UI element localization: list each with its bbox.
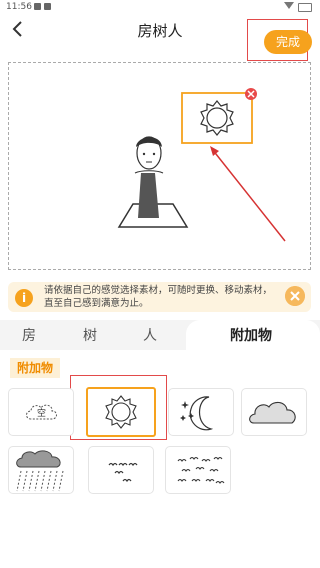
wifi-icon [284, 2, 294, 9]
item-birds-few[interactable] [88, 446, 154, 494]
section-label: 附加物 [10, 358, 60, 378]
notification-icon [34, 3, 41, 10]
close-icon[interactable] [285, 286, 305, 306]
drawing-canvas[interactable] [8, 62, 311, 270]
tip-banner: i 请依据自己的感觉选择素材，可随时更换、移动素材，直至自己感到满意为止。 [8, 282, 311, 312]
info-icon: i [15, 289, 33, 307]
battery-icon [298, 3, 312, 12]
birds-many-icon [177, 456, 225, 484]
tip-text: 请依据自己的感觉选择素材，可随时更换、移动素材，直至自己感到满意为止。 [44, 285, 273, 309]
category-tabs: 房 树 人 附加物 [0, 320, 320, 350]
annotation-arrow [210, 146, 286, 242]
person-figure[interactable] [117, 136, 189, 228]
item-cloud[interactable] [241, 388, 307, 436]
canvas-drawing [117, 88, 286, 242]
done-button[interactable]: 完成 [264, 30, 312, 54]
tab-accessories[interactable]: 附加物 [230, 325, 272, 345]
item-moon-stars[interactable] [168, 388, 234, 436]
item-sun[interactable] [86, 387, 156, 437]
moon-stars-icon [180, 396, 214, 431]
empty-item-label: 空 [37, 409, 47, 419]
notification-icons [34, 3, 51, 10]
birds-few-icon [108, 462, 138, 483]
sun-icon [105, 395, 137, 429]
rain-cloud-icon [16, 450, 64, 492]
placed-sun-item[interactable] [181, 88, 257, 144]
cloud-icon [249, 401, 296, 424]
item-rain-cloud[interactable] [8, 446, 74, 494]
top-bar: 房树人 完成 [0, 14, 320, 61]
tab-person[interactable]: 人 [143, 325, 157, 345]
item-birds-many[interactable] [165, 446, 231, 494]
notification-icon [44, 3, 51, 10]
item-empty[interactable]: 空 [8, 388, 74, 436]
tab-house[interactable]: 房 [22, 325, 36, 345]
status-bar: 11:56 [0, 0, 320, 14]
status-time: 11:56 [6, 2, 32, 12]
tab-tree[interactable]: 树 [83, 325, 97, 345]
